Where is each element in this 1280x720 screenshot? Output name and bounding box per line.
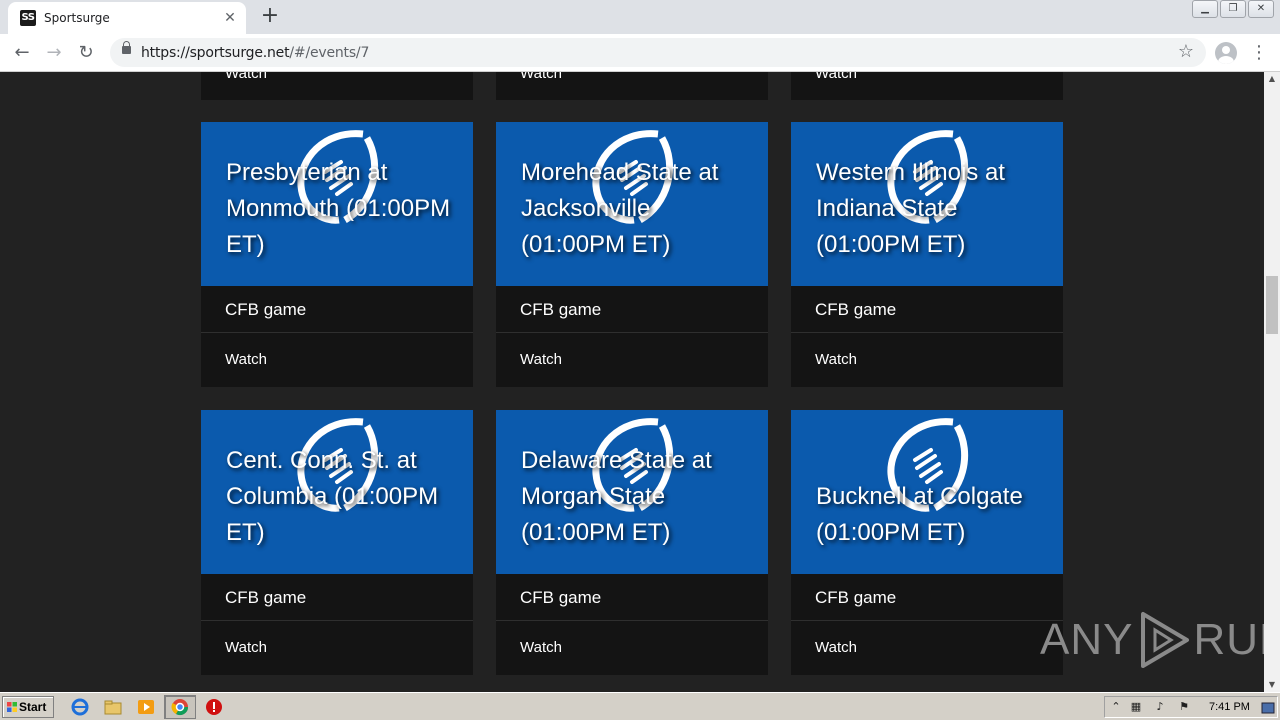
forward-button[interactable]: →: [40, 39, 68, 67]
event-image[interactable]: Presbyterian at Monmouth (01:00PM ET): [201, 122, 473, 286]
event-card[interactable]: Western Illinois at Indiana State (01:00…: [791, 122, 1063, 387]
watch-button[interactable]: Watch: [496, 333, 768, 387]
event-category: CFB game: [496, 286, 768, 333]
windows-taskbar: Start ⌃ ▦ ♪ ⚑ 7:41 PM: [0, 692, 1280, 720]
chrome-taskbar-button[interactable]: [164, 695, 196, 719]
browser-toolbar: ← → ↻ https://sportsurge.net/#/events/7 …: [0, 34, 1280, 72]
reload-button[interactable]: ↻: [72, 39, 100, 67]
event-category: CFB game: [496, 574, 768, 621]
internet-explorer-icon[interactable]: [71, 698, 89, 716]
event-image[interactable]: Bucknell at Colgate (01:00PM ET): [791, 410, 1063, 574]
event-title: Delaware State at Morgan State (01:00PM …: [521, 447, 712, 546]
event-card[interactable]: Bucknell at Colgate (01:00PM ET) CFB gam…: [791, 410, 1063, 675]
url-path: /#/events/7: [289, 45, 370, 61]
watermark-text-left: ANY: [1040, 615, 1134, 664]
tab-close-icon[interactable]: ✕: [222, 10, 238, 26]
start-label: Start: [19, 700, 47, 714]
show-desktop-icon[interactable]: [1261, 701, 1275, 715]
event-title: Western Illinois at Indiana State (01:00…: [816, 159, 1005, 258]
watch-button[interactable]: Watch: [201, 621, 473, 675]
url-host: https://sportsurge.net: [141, 45, 290, 61]
event-image[interactable]: Cent. Conn. St. at Columbia (01:00PM ET): [201, 410, 473, 574]
event-image[interactable]: Morehead State at Jacksonville (01:00PM …: [496, 122, 768, 286]
close-window-button[interactable]: ✕: [1248, 0, 1274, 18]
sportsurge-favicon-icon: SS: [20, 10, 36, 26]
volume-icon[interactable]: ♪: [1153, 700, 1167, 714]
event-title: Presbyterian at Monmouth (01:00PM ET): [226, 159, 451, 258]
play-logo-icon: [1141, 612, 1190, 668]
restore-button[interactable]: ❐: [1220, 0, 1246, 18]
tab-title: Sportsurge: [44, 11, 110, 25]
new-tab-button[interactable]: +: [258, 5, 282, 29]
profile-avatar-icon[interactable]: [1215, 42, 1237, 64]
scroll-up-icon[interactable]: ▲: [1264, 72, 1280, 86]
partial-card[interactable]: Watch: [496, 72, 768, 100]
browser-tab[interactable]: SS Sportsurge ✕: [8, 2, 246, 34]
partial-card[interactable]: Watch: [201, 72, 473, 100]
event-category: CFB game: [201, 574, 473, 621]
taskbar-clock[interactable]: 7:41 PM: [1209, 701, 1250, 713]
window-controls: ▁ ❐ ✕: [1190, 0, 1274, 18]
event-category: CFB game: [791, 574, 1063, 621]
tray-expand-icon[interactable]: ⌃: [1109, 700, 1123, 714]
watch-button[interactable]: Watch: [201, 333, 473, 387]
partial-card[interactable]: Watch: [791, 72, 1063, 100]
scroll-down-icon[interactable]: ▼: [1264, 678, 1280, 692]
event-image[interactable]: Western Illinois at Indiana State (01:00…: [791, 122, 1063, 286]
event-title: Bucknell at Colgate (01:00PM ET): [816, 483, 1023, 546]
event-card[interactable]: Cent. Conn. St. at Columbia (01:00PM ET)…: [201, 410, 473, 675]
watch-button[interactable]: Watch: [496, 621, 768, 675]
address-bar[interactable]: https://sportsurge.net/#/events/7 ☆: [110, 38, 1206, 67]
event-card[interactable]: Presbyterian at Monmouth (01:00PM ET) CF…: [201, 122, 473, 387]
event-card[interactable]: Delaware State at Morgan State (01:00PM …: [496, 410, 768, 675]
event-card[interactable]: Morehead State at Jacksonville (01:00PM …: [496, 122, 768, 387]
event-category: CFB game: [201, 286, 473, 333]
media-player-icon[interactable]: [137, 698, 155, 716]
file-explorer-icon[interactable]: [104, 698, 122, 716]
watch-button[interactable]: Watch: [791, 333, 1063, 387]
watch-button[interactable]: Watch: [496, 72, 768, 98]
watch-button[interactable]: Watch: [791, 621, 1063, 675]
watch-button[interactable]: Watch: [201, 72, 473, 98]
lock-icon[interactable]: [122, 41, 131, 54]
action-center-flag-icon[interactable]: ⚑: [1177, 700, 1191, 714]
event-title: Morehead State at Jacksonville (01:00PM …: [521, 159, 719, 258]
scroll-thumb[interactable]: [1266, 276, 1278, 334]
minimize-button[interactable]: ▁: [1192, 0, 1218, 18]
anyrun-watermark: ANY RUN: [1040, 610, 1280, 670]
system-tray: ⌃ ▦ ♪ ⚑ 7:41 PM: [1104, 696, 1278, 718]
start-button[interactable]: Start: [2, 696, 54, 718]
page-scrollbar[interactable]: ▲ ▼: [1264, 72, 1280, 692]
chrome-icon: [171, 699, 189, 716]
event-title: Cent. Conn. St. at Columbia (01:00PM ET): [226, 447, 439, 546]
browser-menu-icon[interactable]: ⋮: [1250, 40, 1268, 66]
bookmark-star-icon[interactable]: ☆: [1178, 41, 1194, 62]
antivirus-icon[interactable]: [205, 698, 223, 716]
browser-titlebar: SS Sportsurge ✕ + ▁ ❐ ✕: [0, 0, 1280, 34]
url-text[interactable]: https://sportsurge.net/#/events/7: [141, 45, 369, 61]
event-image[interactable]: Delaware State at Morgan State (01:00PM …: [496, 410, 768, 574]
page-viewport: Watch Watch Watch Presbyterian at Monmou…: [0, 72, 1264, 692]
windows-flag-icon: [7, 702, 17, 712]
event-category: CFB game: [791, 286, 1063, 333]
back-button[interactable]: ←: [8, 39, 36, 67]
network-icon[interactable]: ▦: [1129, 700, 1143, 714]
watch-button[interactable]: Watch: [791, 72, 1063, 98]
